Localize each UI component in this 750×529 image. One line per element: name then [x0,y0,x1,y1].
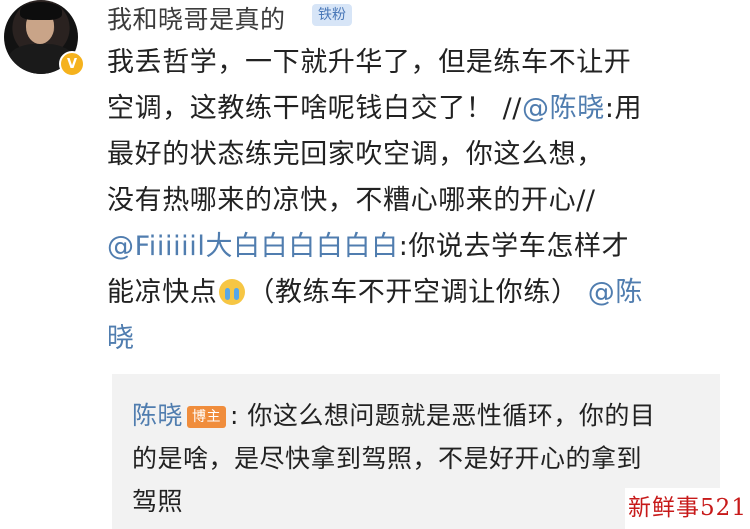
post-line: 能凉快点 （教练车不开空调让你练） @陈 [107,277,643,308]
post-username[interactable]: 我和晓哥是真的 [107,0,286,36]
reply-text: : 你这么想问题就是恶性循环，你的目 [230,401,656,430]
verified-badge-icon: V [59,51,85,77]
mention-link[interactable]: @陈 [588,277,643,308]
mention-link[interactable]: @Fiiiiiil大白白白白白白 [107,231,399,262]
post-line: 空调，这教练干啥呢钱白交了！ //@陈晓:用 [107,93,643,124]
post-line: @Fiiiiiil大白白白白白白:你说去学车怎样才 [107,231,630,262]
mention-link[interactable]: 晓 [107,323,135,354]
reply-author[interactable]: 陈晓 [132,401,183,430]
mention-link[interactable]: @陈晓 [522,93,605,124]
reply-text: 的是啥，是尽快拿到驾照，不是好开心的拿到 [132,444,643,473]
post-line: 没有热哪来的凉快，不糟心哪来的开心// [107,185,596,216]
post-body: 我丢哲学，一下就升华了，但是练车不让开 空调，这教练干啥呢钱白交了！ //@陈晓… [107,40,737,362]
post-line: 晓 [107,316,737,362]
host-badge: 博主 [187,406,227,428]
post-line: 我丢哲学，一下就升华了，但是练车不让开 [107,47,632,78]
watermark: 新鲜事521 [625,488,750,529]
repost-separator: // [502,93,522,124]
avatar[interactable]: V [4,0,85,78]
fan-badge: 铁粉 [312,4,352,26]
crying-emoji-icon [219,279,246,305]
post-line: 最好的状态练完回家吹空调，你这么想， [107,139,604,170]
